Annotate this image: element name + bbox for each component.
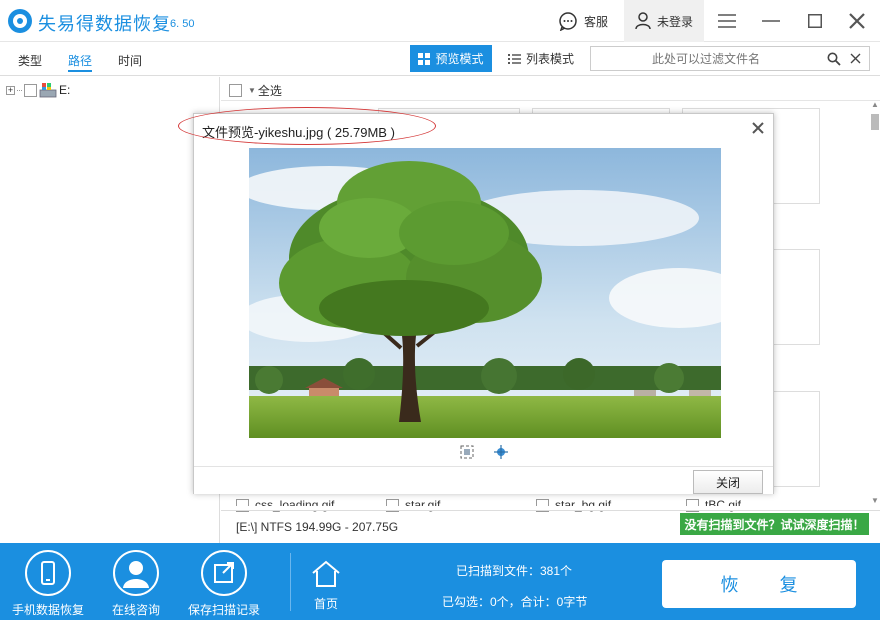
folder-tree: + E: xyxy=(0,77,220,543)
preview-image xyxy=(249,148,721,438)
preview-mode-button[interactable]: 预览模式 xyxy=(410,45,492,72)
preview-mode-label: 预览模式 xyxy=(435,52,484,66)
tab-type[interactable]: 类型 xyxy=(18,52,42,78)
minimize-button[interactable] xyxy=(750,0,792,42)
fit-to-window-icon[interactable] xyxy=(460,445,474,459)
filter-box xyxy=(590,46,870,71)
phone-recovery-icon[interactable] xyxy=(25,550,71,596)
tab-time[interactable]: 时间 xyxy=(118,52,142,78)
title-bar: 失易得数据恢复 6. 50 客服 未登录 xyxy=(0,0,880,42)
actual-size-icon[interactable] xyxy=(494,445,508,459)
search-icon[interactable] xyxy=(827,52,841,66)
hamburger-menu-icon xyxy=(718,14,736,28)
login-button[interactable]: 未登录 xyxy=(624,0,704,42)
file-preview-dialog: 文件预览-yikeshu.jpg ( 25.79MB ) 关闭 xyxy=(178,107,775,494)
bottom-bar: 手机数据恢复 在线咨询 保存扫描记录 首页 已扫描到文件：381个 已勾选：0个… xyxy=(0,543,880,620)
home-label[interactable]: 首页 xyxy=(314,595,338,612)
scroll-up-icon[interactable]: ▲ xyxy=(871,100,879,109)
bottom-divider xyxy=(290,553,291,611)
preview-tools xyxy=(194,442,775,464)
scanned-count: 已扫描到文件：381个 xyxy=(456,564,573,578)
drive-icon xyxy=(39,83,57,98)
app-logo-icon xyxy=(8,9,32,33)
dropdown-arrow-icon[interactable]: ▼ xyxy=(248,86,256,95)
app-version: 6. 50 xyxy=(170,18,195,30)
chat-bubble-icon xyxy=(559,12,577,31)
login-label: 未登录 xyxy=(656,14,693,29)
scrollbar-thumb[interactable] xyxy=(871,114,879,130)
close-window-button[interactable] xyxy=(836,0,878,42)
save-scan-record-label[interactable]: 保存扫描记录 xyxy=(188,601,260,618)
list-mode-label: 列表模式 xyxy=(525,52,574,66)
content-header-divider xyxy=(221,100,880,101)
expand-icon[interactable]: + xyxy=(6,85,15,95)
tab-path[interactable]: 路径 xyxy=(68,52,93,72)
service-label: 客服 xyxy=(584,14,609,29)
maximize-icon xyxy=(808,14,822,28)
vertical-scrollbar[interactable]: ▲ ▼ xyxy=(870,100,880,510)
highlight-ellipse xyxy=(178,107,436,145)
grid-icon xyxy=(418,52,431,65)
minimize-icon xyxy=(762,20,780,22)
recover-button[interactable]: 恢 复 xyxy=(662,560,856,608)
home-icon[interactable] xyxy=(310,559,342,589)
app-title: 失易得数据恢复 xyxy=(38,14,171,34)
select-all-checkbox[interactable] xyxy=(229,84,242,97)
online-consult-label[interactable]: 在线咨询 xyxy=(112,601,160,618)
select-all-label: 全选 xyxy=(257,84,282,98)
save-scan-record-icon[interactable] xyxy=(201,550,247,596)
close-icon xyxy=(849,13,865,29)
clear-filter-icon[interactable] xyxy=(850,53,861,64)
drive-checkbox[interactable] xyxy=(24,83,37,97)
deep-scan-button[interactable]: 没有扫描到文件？试试深度扫描！ xyxy=(680,513,869,535)
drive-status-text: [E:\] NTFS 194.99G - 207.75G xyxy=(236,520,399,534)
select-all[interactable]: ▼ 全选 xyxy=(229,82,282,99)
selected-summary: 已勾选：0个，合计：0字节 xyxy=(442,595,588,609)
online-consult-icon[interactable] xyxy=(113,550,159,596)
list-mode-button[interactable]: 列表模式 xyxy=(500,45,582,72)
maximize-button[interactable] xyxy=(794,0,836,42)
menu-button[interactable] xyxy=(706,0,748,42)
filter-input[interactable] xyxy=(591,47,821,70)
phone-recovery-label[interactable]: 手机数据恢复 xyxy=(12,601,84,618)
list-icon xyxy=(507,53,521,64)
user-icon xyxy=(635,12,651,30)
service-button[interactable]: 客服 xyxy=(558,0,608,42)
dialog-footer: 关闭 xyxy=(194,466,773,494)
dialog-close-icon[interactable] xyxy=(750,120,766,136)
drive-label: E: xyxy=(59,83,71,97)
tree-item-drive-e[interactable]: + E: xyxy=(6,82,70,98)
close-preview-button[interactable]: 关闭 xyxy=(693,470,763,494)
scroll-down-icon[interactable]: ▼ xyxy=(871,496,879,505)
